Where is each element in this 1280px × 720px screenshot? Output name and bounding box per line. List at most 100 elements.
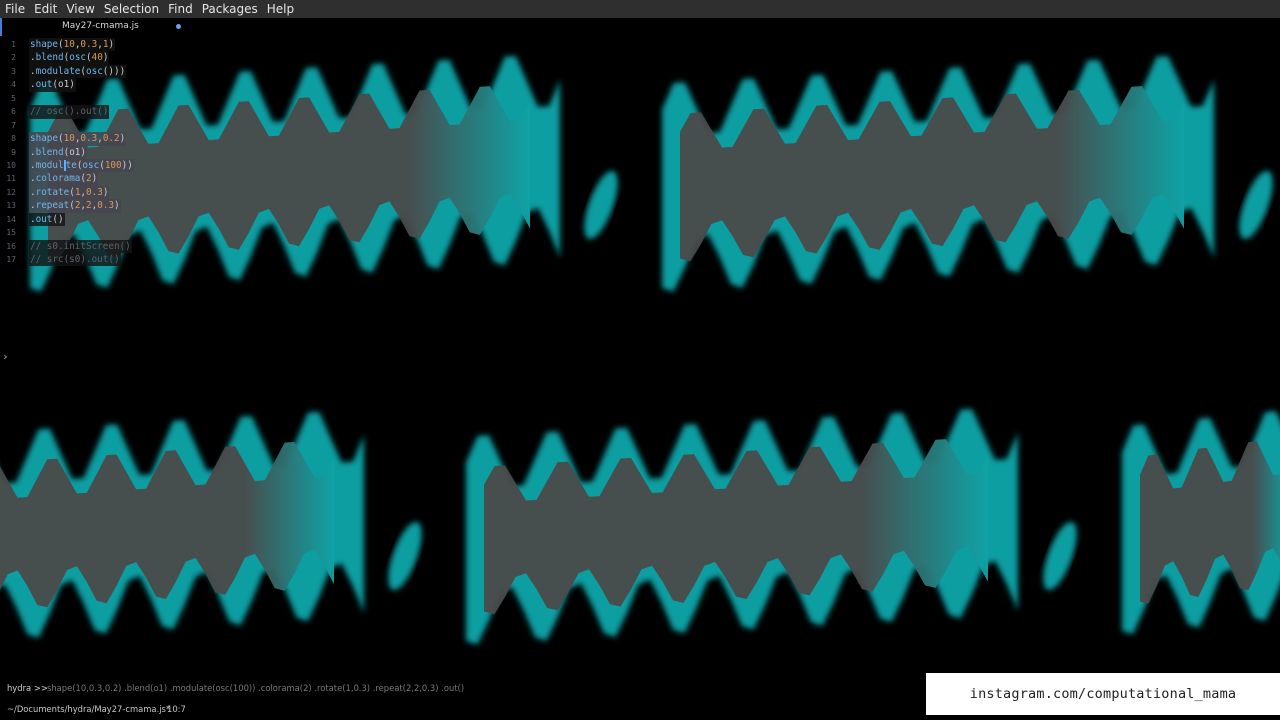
code-token: // s0.initScreen()	[30, 240, 131, 252]
line-number: 9	[11, 147, 16, 157]
code-token: ()	[52, 213, 64, 225]
code-token: ()))	[102, 65, 126, 77]
hydra-console[interactable]: hydra >> shape(10,0.3,0.2) .blend(o1) .m…	[0, 681, 920, 695]
teal-drop-shape	[584, 170, 618, 240]
menu-view[interactable]: View	[62, 0, 98, 18]
code-token: 0.3	[86, 186, 103, 198]
code-token: 0.3	[97, 200, 115, 212]
teal-drop-shape	[1043, 521, 1077, 591]
menu-find[interactable]: Find	[164, 0, 197, 18]
code-text: .blend(osc(40)	[29, 51, 110, 65]
code-line[interactable]: 12 .rotate(1,0.3)	[0, 185, 300, 200]
line-number: 14	[6, 214, 16, 224]
code-editor[interactable]: 1 shape(10,0.3,1) 2 .blend(osc(40) 3 .modulat…	[0, 38, 300, 267]
code-token: te	[65, 159, 77, 171]
line-number: 15	[6, 228, 16, 238]
menu-edit[interactable]: Edit	[30, 0, 61, 18]
line-number: 3	[11, 66, 16, 76]
code-line[interactable]: 6 // osc().out()	[0, 105, 300, 119]
code-line[interactable]: 16 // s0.initScreen()	[0, 239, 300, 254]
code-token: 0.3	[80, 133, 98, 145]
code-line[interactable]: 14 .out()	[0, 212, 300, 227]
menu-help[interactable]: Help	[263, 0, 298, 18]
line-number: 17	[6, 255, 16, 264]
code-token: 10	[63, 133, 75, 145]
code-text: .out(o1)	[29, 78, 76, 92]
line-number: 13	[6, 201, 16, 211]
line-number: 6	[11, 107, 16, 117]
code-text: .rotate(1,0.3)	[29, 185, 110, 200]
code-line[interactable]: 13 .repeat(2,2,0.3)	[0, 199, 300, 213]
code-token: out	[35, 79, 53, 91]
status-file-path[interactable]: ~/Documents/hydra/May27-cmama.js*	[7, 704, 170, 714]
code-token: // osc().out()	[30, 106, 109, 118]
menu-packages[interactable]: Packages	[198, 0, 262, 18]
code-token: repeat	[35, 200, 70, 212]
code-token: 0.2	[102, 133, 120, 145]
tab-may27-cmama[interactable]: May27-cmama.js	[0, 18, 185, 36]
menu-file[interactable]: File	[1, 0, 29, 18]
code-token: rotate	[35, 186, 70, 198]
code-token: )	[114, 200, 120, 212]
line-number: 16	[6, 241, 16, 251]
code-token: modulate	[35, 65, 81, 77]
code-token: )	[91, 173, 98, 185]
code-text: shape(10,0.3,1)	[29, 38, 116, 52]
watermark-banner: instagram.com/computational_mama	[926, 673, 1280, 715]
code-token: shape	[30, 133, 58, 145]
line-number: 11	[6, 174, 16, 184]
status-bar: ~/Documents/hydra/May27-cmama.js* 10:7	[0, 703, 920, 717]
code-text: .blend(o1)	[29, 145, 87, 159]
line-number: 4	[11, 80, 16, 90]
app-window: File Edit View Selection Find Packages H…	[0, 0, 1280, 720]
code-line[interactable]: 7	[0, 119, 300, 132]
code-text: .modul te(osc(100))	[29, 158, 134, 173]
code-token: out	[35, 213, 53, 225]
code-token: )	[108, 39, 115, 50]
code-line[interactable]: 17 // src(s0).out()	[0, 253, 300, 267]
code-token: colorama	[35, 173, 81, 185]
line-number: 12	[6, 187, 16, 197]
code-token: // src(s0).out()	[30, 254, 120, 265]
code-line[interactable]: 10 .modul te(osc(100))	[0, 158, 300, 173]
console-command: shape(10,0.3,0.2) .blend(o1) .modulate(o…	[47, 683, 465, 693]
code-token: (o1)	[52, 79, 75, 91]
code-token: )	[102, 186, 109, 198]
code-token: blend	[35, 146, 64, 158]
gray-wave-core	[0, 441, 334, 608]
status-cursor-position[interactable]: 10:7	[167, 704, 186, 714]
code-token: shape	[30, 39, 58, 50]
code-line[interactable]: 3 .modulate(osc()))	[0, 64, 300, 79]
code-text: .out()	[29, 212, 65, 227]
code-text: // s0.initScreen()	[29, 239, 132, 254]
code-line[interactable]: 5	[0, 92, 300, 105]
line-number: 8	[11, 134, 16, 144]
line-number: 1	[11, 40, 16, 49]
code-token: modul	[35, 159, 64, 171]
code-line[interactable]: 11 .colorama(2)	[0, 172, 300, 186]
code-text: shape(10,0.3,0.2)	[29, 132, 127, 146]
code-text: // src(s0).out()	[29, 253, 121, 267]
code-token: osc	[86, 65, 103, 77]
code-token: 10	[63, 39, 75, 50]
code-line[interactable]: 1 shape(10,0.3,1)	[0, 38, 300, 52]
teal-drop-shape	[388, 521, 422, 591]
code-line[interactable]: 9 .blend(o1)	[0, 145, 300, 159]
modified-dot-icon[interactable]	[176, 24, 181, 29]
code-token: 0.3	[80, 39, 98, 50]
code-token: )	[102, 52, 109, 64]
code-token: osc	[82, 159, 100, 171]
code-token: (o1)	[63, 146, 86, 158]
code-line[interactable]: 15	[0, 226, 300, 239]
line-number: 7	[11, 120, 16, 130]
code-token: 100	[104, 159, 122, 171]
code-line[interactable]: 4 .out(o1)	[0, 78, 300, 92]
code-line[interactable]: 2 .blend(osc(40)	[0, 51, 300, 65]
tab-bar: May27-cmama.js	[0, 18, 1280, 36]
menu-bar: File Edit View Selection Find Packages H…	[0, 0, 1280, 18]
code-line[interactable]: 8 shape(10,0.3,0.2)	[0, 132, 300, 146]
menu-selection[interactable]: Selection	[100, 0, 163, 18]
code-token: 40	[91, 52, 103, 64]
chevron-right-icon[interactable]: ›	[2, 350, 9, 363]
line-number: 2	[11, 53, 16, 63]
